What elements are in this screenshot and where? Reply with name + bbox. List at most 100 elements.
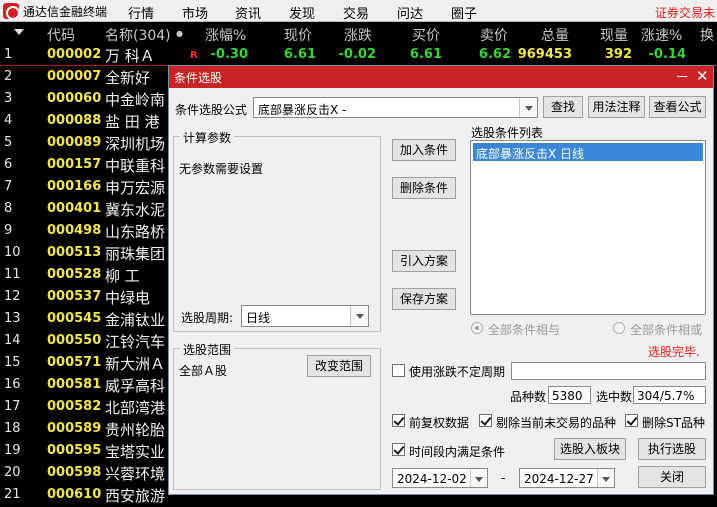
- uncertain-period-checkbox[interactable]: [392, 364, 405, 377]
- col-header-ask[interactable]: 卖价: [480, 25, 508, 45]
- time-range-label: 时间段内满足条件: [409, 445, 506, 459]
- row-index: 10: [4, 245, 21, 260]
- menu-item-circle[interactable]: 圈子: [451, 3, 477, 22]
- row-index: 1: [4, 47, 13, 62]
- chevron-down-icon[interactable]: [470, 469, 487, 487]
- chevron-down-icon[interactable]: [519, 98, 537, 117]
- date-to-picker[interactable]: 2024-12-27: [519, 468, 615, 488]
- menu-item-ask[interactable]: 问达: [397, 3, 423, 22]
- exclude-st-checkbox[interactable]: [625, 414, 638, 427]
- import-plan-button[interactable]: 引入方案: [392, 250, 456, 272]
- dialog-title: 条件选股: [174, 71, 223, 85]
- uncertain-period-input[interactable]: [511, 362, 706, 380]
- add-condition-button[interactable]: 加入条件: [392, 139, 456, 161]
- add-to-block-button[interactable]: 选股入板块: [554, 438, 626, 460]
- variety-count-value: 5380: [552, 389, 583, 403]
- stock-name: 兴蓉环境: [105, 465, 166, 483]
- no-params-text: 无参数需要设置: [179, 162, 264, 176]
- table-row[interactable]: 1 000002 万 科Ａ R -0.30 6.61 -0.02 6.61 6.…: [0, 44, 717, 66]
- stock-name: 中联重科: [105, 157, 166, 175]
- condition-list-item[interactable]: 底部暴涨反击X 日线: [473, 143, 703, 161]
- exclude-untraded-checkbox[interactable]: [479, 414, 492, 427]
- sort-down-icon[interactable]: [14, 29, 24, 35]
- change-pct-value: -0.30: [210, 47, 248, 62]
- row-index: 19: [4, 443, 21, 458]
- minimize-icon[interactable]: [677, 76, 687, 77]
- col-header-speed[interactable]: 涨速%: [641, 25, 682, 45]
- period-select[interactable]: 日线: [241, 305, 369, 327]
- formula-label: 条件选股公式: [175, 103, 248, 117]
- close-button[interactable]: 关闭: [638, 466, 706, 488]
- row-index: 16: [4, 377, 21, 392]
- stock-code: 000089: [47, 135, 102, 150]
- menu-item-trade[interactable]: 交易: [343, 3, 369, 22]
- close-icon[interactable]: ✕: [696, 68, 709, 84]
- radio-all-or[interactable]: [613, 322, 625, 334]
- period-label: 选股周期:: [181, 311, 234, 325]
- stock-code: 000550: [47, 333, 102, 348]
- find-button[interactable]: 查找: [543, 96, 583, 118]
- condition-list[interactable]: 底部暴涨反击X 日线: [470, 140, 706, 315]
- time-range-checkbox[interactable]: [392, 443, 405, 456]
- stock-name: 丽珠集团: [105, 245, 166, 263]
- table-header: 代码 名称(304) ● 涨幅% 现价 涨跌 买价 卖价 总量 现量 涨速% 换: [0, 22, 717, 44]
- col-header-price[interactable]: 现价: [284, 25, 312, 45]
- row-index: 12: [4, 289, 21, 304]
- stock-code: 000598: [47, 465, 102, 480]
- radio-all-and[interactable]: [471, 322, 483, 334]
- menu-item-news[interactable]: 资讯: [235, 3, 261, 22]
- dialog-titlebar[interactable]: 条件选股 ✕: [169, 66, 713, 88]
- col-header-bid[interactable]: 买价: [412, 25, 440, 45]
- usage-notes-button[interactable]: 用法注释: [588, 96, 645, 118]
- row-index: 3: [4, 91, 13, 106]
- row-index: 13: [4, 311, 21, 326]
- stock-code: 000060: [47, 91, 102, 106]
- col-header-volume[interactable]: 总量: [541, 25, 569, 45]
- stock-name: 万 科Ａ: [105, 47, 155, 65]
- col-header-name[interactable]: 名称(304): [105, 25, 171, 45]
- financing-flag-badge: R: [190, 50, 198, 61]
- delete-condition-button[interactable]: 删除条件: [392, 177, 456, 199]
- radio-all-and-label: 全部条件相与: [488, 323, 561, 337]
- stock-name: 柳 工: [105, 267, 140, 285]
- col-header-turnover[interactable]: 换: [700, 25, 714, 45]
- stock-name: 北部湾港: [105, 399, 166, 417]
- stock-code: 000007: [47, 69, 102, 84]
- chevron-down-icon[interactable]: [597, 469, 614, 487]
- period-select-value: 日线: [246, 311, 271, 325]
- col-header-change-pct[interactable]: 涨幅%: [205, 25, 246, 45]
- variety-count-label: 品种数: [510, 390, 547, 404]
- stock-code: 000589: [47, 421, 102, 436]
- save-plan-button[interactable]: 保存方案: [392, 288, 456, 310]
- date-from-picker[interactable]: 2024-12-02: [392, 468, 488, 488]
- row-index: 5: [4, 135, 13, 150]
- view-formula-button[interactable]: 查看公式: [649, 96, 706, 118]
- change-value: -0.02: [338, 47, 376, 62]
- prior-adjusted-checkbox[interactable]: [392, 414, 405, 427]
- col-header-dot-icon: ●: [176, 29, 183, 38]
- row-index: 20: [4, 465, 21, 480]
- speed-value: -0.14: [648, 47, 686, 62]
- menu-item-market[interactable]: 行情: [128, 3, 154, 22]
- range-group-title: 选股范围: [180, 341, 235, 358]
- formula-select[interactable]: 底部暴涨反击X -: [253, 97, 538, 118]
- col-header-code[interactable]: 代码: [47, 25, 75, 45]
- stock-code: 000088: [47, 113, 102, 128]
- stock-code: 000401: [47, 201, 102, 216]
- variety-count-field: 5380: [548, 386, 591, 404]
- change-range-button[interactable]: 改变范围: [307, 355, 371, 377]
- menu-item-discover[interactable]: 发现: [289, 3, 315, 22]
- row-index: 14: [4, 333, 21, 348]
- row-index: 8: [4, 201, 13, 216]
- prior-adjusted-label: 前复权数据: [409, 416, 470, 430]
- chevron-down-icon[interactable]: [350, 306, 368, 326]
- stock-code: 000513: [47, 245, 102, 260]
- row-index: 4: [4, 113, 13, 128]
- execute-select-button[interactable]: 执行选股: [638, 438, 706, 460]
- exclude-untraded-label: 剔除当前未交易的品种: [496, 416, 617, 430]
- col-header-current-vol[interactable]: 现量: [600, 25, 628, 45]
- menu-item-markets[interactable]: 市场: [182, 3, 208, 22]
- col-header-change[interactable]: 涨跌: [344, 25, 372, 45]
- volume-value: 969453: [517, 47, 572, 62]
- price-value: 6.61: [283, 47, 316, 62]
